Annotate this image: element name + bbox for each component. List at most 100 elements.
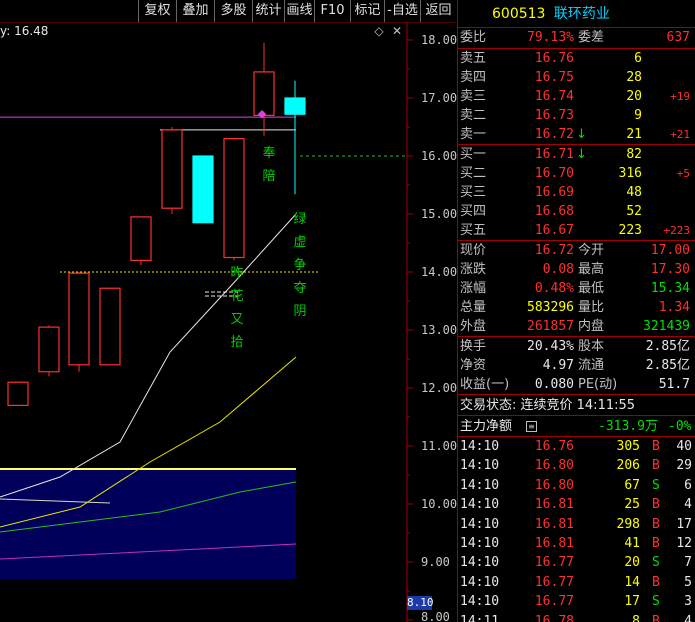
tick-count: 12 (676, 535, 692, 551)
main-flow-label: 主力净额 (460, 419, 513, 434)
price-tick: 13.00 (421, 323, 458, 337)
tick-side: S (652, 555, 660, 571)
stat-value: 1.34 (658, 300, 690, 315)
remove-watchlist-button[interactable]: -自选 (384, 0, 420, 22)
tick-price: 16.78 (534, 613, 574, 622)
down-arrow-icon: ↓ (576, 147, 587, 162)
bid-price: 16.69 (534, 185, 574, 200)
tick-row: 14:10 16.80 67 S 6 (458, 476, 695, 495)
ask-label: 卖二 (460, 108, 487, 123)
multi-stock-button[interactable]: 多股 (214, 0, 252, 22)
stat-value: 17.00 (650, 243, 690, 258)
ask-change: +21 (670, 128, 690, 141)
tick-volume: 305 (616, 439, 640, 454)
ask-price: 16.74 (534, 89, 574, 104)
tick-price: 16.77 (534, 594, 574, 610)
stat-label: 涨幅 (460, 281, 487, 296)
tick-count: 29 (676, 458, 692, 474)
tick-volume: 67 (624, 477, 640, 493)
weibi-value: 79.13% (527, 30, 574, 45)
tick-side: B (652, 516, 660, 532)
bid-label: 买二 (460, 166, 487, 181)
annotation-text: 绿虚争夺阴 (293, 212, 307, 319)
tick-row: 14:10 16.76 305 B 40 (458, 437, 695, 456)
fund-row: 收益(一) 0.080 PE(动) 51.7 (458, 375, 695, 394)
tick-volume: 41 (624, 535, 640, 551)
tick-count: 3 (684, 594, 692, 610)
stock-header: 600513 联环药业 (458, 0, 695, 28)
tick-side: S (652, 594, 660, 610)
statistics-button[interactable]: 统计 (252, 0, 284, 22)
fund-value: 4.97 (542, 358, 574, 373)
down-arrow-icon: ↓ (576, 127, 587, 142)
bid-price: 16.70 (534, 166, 574, 181)
stat-value: 15.34 (650, 281, 690, 296)
tick-time: 14:10 (460, 477, 500, 493)
f10-button[interactable]: F10 (314, 0, 350, 22)
close-icon[interactable]: ✕ (390, 24, 404, 38)
tick-time: 14:11 (460, 613, 500, 622)
indicator-box (0, 469, 296, 579)
candle-body (223, 137, 245, 259)
back-button[interactable]: 返回 (420, 0, 456, 22)
tick-time: 14:10 (460, 535, 500, 551)
tick-side: B (652, 439, 660, 454)
tick-row: 14:10 16.77 20 S 7 (458, 553, 695, 572)
ask-row: 卖五 16.76 6 (458, 49, 695, 68)
candle-body (99, 287, 121, 366)
tick-row: 14:10 16.81 298 B 17 (458, 515, 695, 534)
quote-panel: 600513 联环药业 委比 79.13% 委差 637 卖五 16.76 6 … (457, 0, 695, 622)
ask-label: 卖三 (460, 89, 487, 104)
price-tick: 17.00 (421, 91, 458, 105)
candle-body (38, 326, 60, 373)
tick-price: 16.80 (534, 477, 574, 493)
stat-row: 现价 16.72 今开 17.00 (458, 241, 695, 260)
fund-value: 0.080 (534, 377, 574, 392)
tick-volume: 17 (624, 594, 640, 610)
price-tick: 11.00 (421, 439, 458, 453)
fuquan-button[interactable]: 复权 (138, 0, 176, 22)
diamond-icon[interactable]: ◇ (372, 24, 386, 38)
weicha-label: 委差 (578, 30, 605, 45)
stat-row: 涨跌 0.08 最高 17.30 (458, 260, 695, 279)
draw-line-button[interactable]: 画线 (284, 0, 314, 22)
tick-count: 17 (676, 516, 692, 532)
candle-body (161, 129, 183, 209)
fund-value: 20.43% (527, 339, 574, 354)
stat-label: 现价 (460, 243, 487, 258)
stat-value: 261857 (527, 319, 574, 334)
candle-body (253, 71, 275, 117)
kline-chart-canvas[interactable] (0, 22, 456, 622)
stat-label: 今开 (578, 243, 605, 258)
trade-status-row: 交易状态: 连续竞价 14:11:55 (458, 394, 695, 415)
bid-volume: 223 (618, 223, 642, 238)
bid-row: 买三 16.69 48 (458, 183, 695, 202)
bid-row: 买四 16.68 52 (458, 202, 695, 221)
tick-count: 7 (684, 555, 692, 571)
overlay-button[interactable]: 叠加 (176, 0, 214, 22)
tick-volume: 25 (624, 497, 640, 513)
ask-row: 卖二 16.73 9 (458, 106, 695, 125)
tick-count: 5 (684, 574, 692, 590)
mark-button[interactable]: 标记 (350, 0, 384, 22)
bid-change: +223 (663, 224, 691, 237)
fund-value: 2.85亿 (645, 339, 690, 354)
ask-volume: 28 (626, 70, 642, 85)
stat-label: 最低 (578, 281, 605, 296)
tick-row: 14:10 16.77 17 S 3 (458, 592, 695, 611)
fund-value: 2.85亿 (645, 358, 690, 373)
stat-label: 内盘 (578, 319, 605, 334)
ask-row: 卖三 16.74 20 +19 (458, 87, 695, 106)
tick-side: B (652, 574, 660, 590)
stat-value: 16.72 (534, 243, 574, 258)
fund-label: 净资 (460, 358, 487, 373)
kline-chart[interactable]: y: 16.48 ◇ ✕ 18.00 17.00 16.00 15.00 14.… (0, 22, 458, 622)
menu-icon[interactable]: ≡ (526, 421, 537, 432)
bid-row: 买一 16.71 ↓ 82 (458, 145, 695, 164)
ask-row: 卖四 16.75 28 (458, 68, 695, 87)
toolbar: 复权 叠加 多股 统计 画线 F10 标记 -自选 返回 (0, 0, 456, 22)
annotation-text: 昨花又拾 (230, 266, 244, 350)
annotation-text: 奉陪 (262, 146, 276, 184)
stat-value: 0.48% (534, 281, 574, 296)
tick-time: 14:10 (460, 574, 500, 590)
